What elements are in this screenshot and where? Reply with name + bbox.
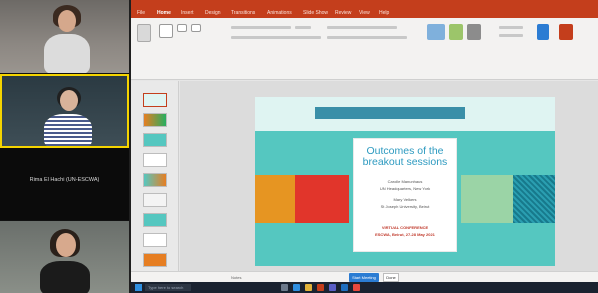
notes-bar: Notes Start Meeting Done bbox=[131, 271, 598, 282]
paragraph-row-2[interactable] bbox=[327, 36, 407, 39]
done-button[interactable]: Done bbox=[383, 273, 399, 282]
participant-list: Rima El Hachi (UN-ESCWA) bbox=[0, 0, 129, 293]
slide-conference-sub: ESCWA, Beirut, 27-28 May 2021 bbox=[375, 232, 435, 237]
participant-body bbox=[44, 34, 90, 73]
slide-block-orange bbox=[255, 175, 295, 223]
participant-name: Rima El Hachi (UN-ESCWA) bbox=[29, 177, 100, 183]
participant-face bbox=[60, 90, 78, 111]
shapes-icon[interactable] bbox=[427, 24, 445, 40]
replace-row[interactable] bbox=[499, 34, 523, 37]
slide-thumbnail-1[interactable] bbox=[143, 93, 167, 107]
powerpoint-taskbar-icon[interactable] bbox=[317, 284, 324, 291]
tab-view[interactable]: View bbox=[359, 10, 370, 16]
slide-thumbnail-7[interactable] bbox=[143, 213, 167, 227]
arrange-icon[interactable] bbox=[449, 24, 463, 40]
powerpoint-window: File Home Insert Design Transitions Anim… bbox=[131, 0, 598, 293]
explorer-icon[interactable] bbox=[305, 284, 312, 291]
windows-start-icon[interactable] bbox=[135, 284, 142, 291]
slide-thumbnail-8[interactable] bbox=[143, 233, 167, 247]
slide-thumbnail-6[interactable] bbox=[143, 193, 167, 207]
slide-thumbnail-4[interactable] bbox=[143, 153, 167, 167]
screen: Rima El Hachi (UN-ESCWA) File Home Inser… bbox=[0, 0, 598, 293]
tab-animations[interactable]: Animations bbox=[267, 10, 292, 16]
ribbon-tabs: File Home Insert Design Transitions Anim… bbox=[131, 9, 598, 18]
tab-home[interactable]: Home bbox=[157, 10, 171, 16]
participant-video-1[interactable] bbox=[0, 0, 129, 73]
find-row[interactable] bbox=[499, 26, 523, 29]
tab-review[interactable]: Review bbox=[335, 10, 351, 16]
slide-line-3: Mary Velkers bbox=[393, 197, 417, 202]
slide-thumbnail-2[interactable] bbox=[143, 113, 167, 127]
slide-thumbnail-5[interactable] bbox=[143, 173, 167, 187]
participant-face bbox=[58, 10, 76, 32]
slide-conference: VIRTUAL CONFERENCE bbox=[381, 225, 429, 230]
outlook-icon[interactable] bbox=[341, 284, 348, 291]
font-box[interactable] bbox=[231, 26, 291, 29]
slide-line-1: Carolle Manunhaus bbox=[387, 179, 423, 184]
reset-icon[interactable] bbox=[191, 24, 201, 32]
participant-tile-3[interactable]: Rima El Hachi (UN-ESCWA) bbox=[0, 148, 129, 220]
slide-block-teal bbox=[513, 175, 555, 223]
slide-header-bar bbox=[315, 107, 465, 119]
slide-thumbnails bbox=[131, 81, 179, 271]
slide-block-green bbox=[461, 175, 513, 223]
tab-file[interactable]: File bbox=[137, 10, 145, 16]
tab-insert[interactable]: Insert bbox=[181, 10, 194, 16]
current-slide[interactable]: Outcomes of the breakout sessions Caroll… bbox=[255, 97, 555, 266]
new-slide-icon[interactable] bbox=[159, 24, 173, 38]
slide-canvas: Outcomes of the breakout sessions Caroll… bbox=[180, 81, 598, 271]
dictate-icon[interactable] bbox=[537, 24, 549, 40]
paragraph-row[interactable] bbox=[327, 26, 397, 29]
slide-thumbnail-3[interactable] bbox=[143, 133, 167, 147]
tab-help[interactable]: Help bbox=[379, 10, 389, 16]
tab-design[interactable]: Design bbox=[205, 10, 221, 16]
participant-body bbox=[44, 114, 92, 146]
title-bar bbox=[131, 0, 598, 9]
slide-title: Outcomes of the breakout sessions bbox=[362, 145, 448, 168]
participant-body bbox=[40, 261, 90, 293]
taskbar-search-input[interactable]: Type here to search bbox=[145, 284, 191, 291]
windows-taskbar: Type here to search bbox=[131, 282, 598, 293]
slide-line-2: UN Headquarters, New York bbox=[379, 186, 431, 191]
font-style-row[interactable] bbox=[231, 36, 321, 39]
slide-line-4: St Joseph University, Beirut bbox=[380, 204, 430, 209]
slide-block-red bbox=[295, 175, 349, 223]
edge-icon[interactable] bbox=[293, 284, 300, 291]
tab-slideshow[interactable]: Slide Show bbox=[303, 10, 328, 16]
slide-thumbnail-9[interactable] bbox=[143, 253, 167, 267]
font-size-box[interactable] bbox=[295, 26, 311, 29]
teams-icon[interactable] bbox=[329, 284, 336, 291]
quick-styles-icon[interactable] bbox=[467, 24, 481, 40]
participant-video-2-active-speaker[interactable] bbox=[0, 74, 129, 148]
designer-icon[interactable] bbox=[559, 24, 573, 40]
participant-face bbox=[56, 233, 76, 257]
participant-video-4[interactable] bbox=[0, 221, 129, 293]
notes-placeholder[interactable]: Notes bbox=[231, 275, 241, 280]
slide-title-card: Outcomes of the breakout sessions Caroll… bbox=[353, 138, 457, 252]
layout-icon[interactable] bbox=[177, 24, 187, 32]
tab-transitions[interactable]: Transitions bbox=[231, 10, 255, 16]
start-meeting-button[interactable]: Start Meeting bbox=[349, 273, 379, 282]
ribbon bbox=[131, 18, 598, 80]
chrome-icon[interactable] bbox=[353, 284, 360, 291]
paste-icon[interactable] bbox=[137, 24, 151, 42]
task-view-icon[interactable] bbox=[281, 284, 288, 291]
